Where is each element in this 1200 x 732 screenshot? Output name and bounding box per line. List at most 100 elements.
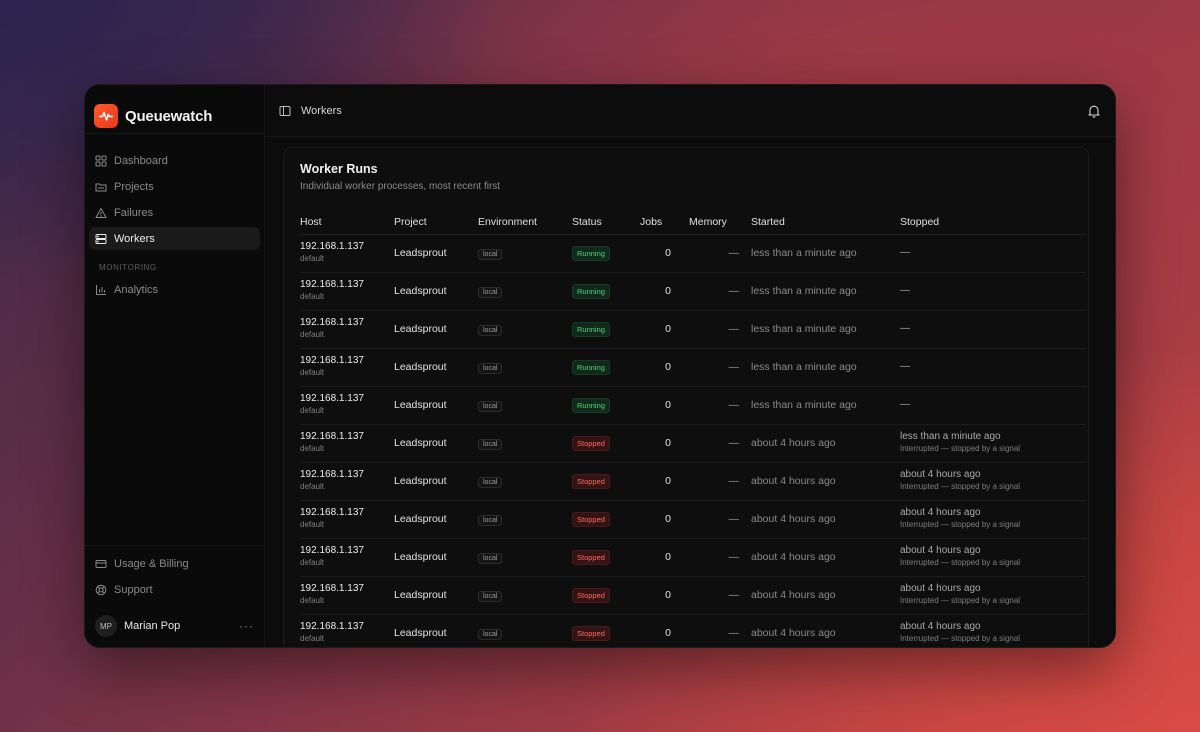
started-cell: about 4 hours ago xyxy=(751,424,900,463)
memory-cell: — xyxy=(689,424,751,463)
bell-icon[interactable] xyxy=(1087,104,1101,118)
stopped-cell: less than a minute ago Interrupted — stop… xyxy=(900,424,1086,463)
environment-cell: local xyxy=(478,310,572,349)
memory-cell: — xyxy=(689,576,751,615)
host-cell: 192.168.1.137 default xyxy=(300,576,394,615)
sidebar-item-dashboard[interactable]: Dashboard xyxy=(89,149,260,172)
queue-name: default xyxy=(300,368,325,377)
folder-icon xyxy=(95,183,107,191)
column-header-jobs[interactable]: Jobs xyxy=(640,210,689,235)
environment-cell: local xyxy=(478,272,572,311)
stopped-time: — xyxy=(900,247,910,258)
environment-cell: local xyxy=(478,576,572,615)
column-header-project[interactable]: Project xyxy=(394,210,478,235)
stopped-cell: — xyxy=(900,272,1086,311)
started-cell: about 4 hours ago xyxy=(751,576,900,615)
host-ip: 192.168.1.137 xyxy=(300,317,364,328)
sidebar-item-projects[interactable]: Projects xyxy=(89,175,260,198)
table-row[interactable]: 192.168.1.137 default Leadsprout local Stopp… xyxy=(300,538,1086,577)
table-row[interactable]: 192.168.1.137 default Leadsprout local Runni… xyxy=(300,348,1086,387)
column-header-environment[interactable]: Environment xyxy=(478,210,572,235)
table-row[interactable]: 192.168.1.137 default Leadsprout local Runni… xyxy=(300,310,1086,349)
table-row[interactable]: 192.168.1.137 default Leadsprout local Runni… xyxy=(300,234,1086,273)
sidebar-toggle-icon[interactable] xyxy=(279,105,291,117)
started-cell: about 4 hours ago xyxy=(751,614,900,647)
table-row[interactable]: 192.168.1.137 default Leadsprout local Runni… xyxy=(300,272,1086,311)
environment-badge: local xyxy=(478,286,503,298)
topbar: Workers xyxy=(265,85,1115,137)
jobs-cell: 0 xyxy=(640,538,689,577)
queue-name: default xyxy=(300,596,325,605)
sidebar-item-label: Usage & Billing xyxy=(114,557,189,570)
app-window: Queuewatch Dashboard Projects Failures W… xyxy=(84,84,1116,648)
started-cell: less than a minute ago xyxy=(751,234,900,273)
project-cell: Leadsprout xyxy=(394,614,478,647)
host-cell: 192.168.1.137 default xyxy=(300,310,394,349)
brand[interactable]: Queuewatch xyxy=(85,85,264,133)
stopped-cell: — xyxy=(900,386,1086,425)
table-row[interactable]: 192.168.1.137 default Leadsprout local Stopp… xyxy=(300,424,1086,463)
status-cell: Running xyxy=(572,272,640,311)
stopped-cell: about 4 hours ago Interrupted — stopped b… xyxy=(900,576,1086,615)
started-cell: less than a minute ago xyxy=(751,386,900,425)
environment-cell: local xyxy=(478,614,572,647)
column-header-host[interactable]: Host xyxy=(300,210,394,235)
status-cell: Stopped xyxy=(572,462,640,501)
host-cell: 192.168.1.137 default xyxy=(300,272,394,311)
project-cell: Leadsprout xyxy=(394,234,478,273)
sidebar-item-support[interactable]: Support xyxy=(89,578,260,601)
stopped-time: about 4 hours ago xyxy=(900,507,981,518)
stopped-time: — xyxy=(900,361,910,372)
sidebar-item-analytics[interactable]: Analytics xyxy=(89,278,260,301)
table-row[interactable]: 192.168.1.137 default Leadsprout local Stopp… xyxy=(300,576,1086,615)
host-cell: 192.168.1.137 default xyxy=(300,348,394,387)
host-cell: 192.168.1.137 default xyxy=(300,424,394,463)
memory-cell: — xyxy=(689,538,751,577)
column-header-memory[interactable]: Memory xyxy=(689,210,751,235)
column-header-stopped[interactable]: Stopped xyxy=(900,210,1086,235)
jobs-cell: 0 xyxy=(640,310,689,349)
queue-name: default xyxy=(300,634,325,643)
status-badge: Stopped xyxy=(572,587,610,603)
sidebar-item-label: Analytics xyxy=(114,283,159,296)
sidebar-item-usage-billing[interactable]: Usage & Billing xyxy=(89,552,260,575)
more-options-icon[interactable]: ··· xyxy=(239,619,254,633)
user-menu[interactable]: MP Marian Pop ··· xyxy=(85,607,264,647)
table-body: 192.168.1.137 default Leadsprout local Runni… xyxy=(300,234,1086,647)
divider xyxy=(85,545,264,546)
sidebar-item-workers[interactable]: Workers xyxy=(89,227,260,250)
table-row[interactable]: 192.168.1.137 default Leadsprout local Stopp… xyxy=(300,462,1086,501)
host-ip: 192.168.1.137 xyxy=(300,507,364,518)
stop-reason: Interrupted — stopped by a signal xyxy=(900,520,1021,529)
status-cell: Running xyxy=(572,234,640,273)
environment-cell: local xyxy=(478,386,572,425)
memory-cell: — xyxy=(689,614,751,647)
table-row[interactable]: 192.168.1.137 default Leadsprout local Runni… xyxy=(300,386,1086,425)
started-cell: about 4 hours ago xyxy=(751,462,900,501)
stop-reason: Interrupted — stopped by a signal xyxy=(900,558,1021,567)
environment-cell: local xyxy=(478,234,572,273)
sidebar-item-failures[interactable]: Failures xyxy=(89,201,260,224)
column-header-status[interactable]: Status xyxy=(572,210,640,235)
environment-badge: local xyxy=(478,628,503,640)
stopped-cell: — xyxy=(900,310,1086,349)
column-header-started[interactable]: Started xyxy=(751,210,900,235)
environment-cell: local xyxy=(478,500,572,539)
stopped-cell: about 4 hours ago Interrupted — stopped b… xyxy=(900,500,1086,539)
memory-cell: — xyxy=(689,234,751,273)
memory-cell: — xyxy=(689,462,751,501)
host-ip: 192.168.1.137 xyxy=(300,583,364,594)
table-row[interactable]: 192.168.1.137 default Leadsprout local Stopp… xyxy=(300,614,1086,647)
environment-badge: local xyxy=(478,514,503,526)
stop-reason: Interrupted — stopped by a signal xyxy=(900,596,1021,605)
environment-cell: local xyxy=(478,462,572,501)
user-name: Marian Pop xyxy=(124,620,181,632)
environment-badge: local xyxy=(478,324,503,336)
queue-name: default xyxy=(300,330,325,339)
queue-name: default xyxy=(300,444,325,453)
status-badge: Stopped xyxy=(572,511,610,527)
environment-badge: local xyxy=(478,438,503,450)
environment-badge: local xyxy=(478,400,503,412)
table-row[interactable]: 192.168.1.137 default Leadsprout local Stopp… xyxy=(300,500,1086,539)
jobs-cell: 0 xyxy=(640,272,689,311)
